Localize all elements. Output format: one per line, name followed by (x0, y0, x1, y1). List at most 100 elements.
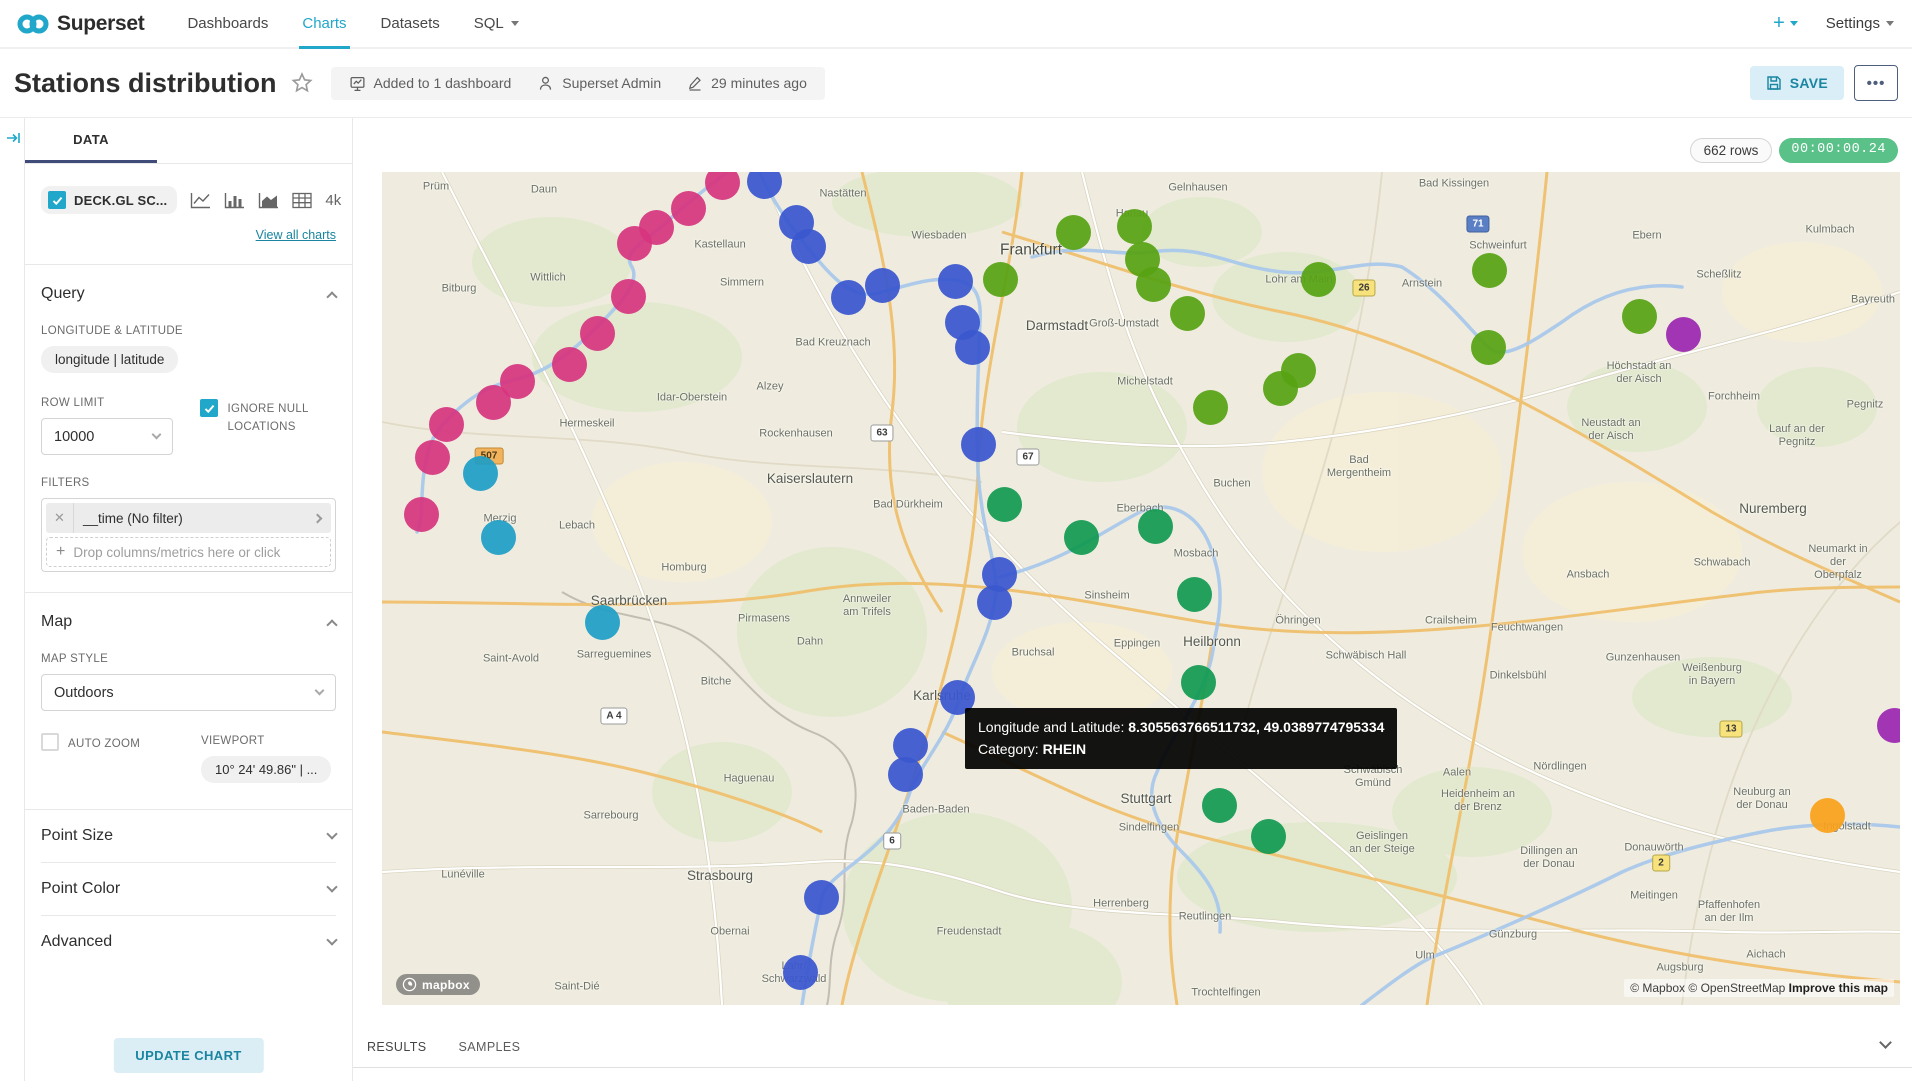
advanced-section[interactable]: Advanced (41, 916, 336, 968)
more-options-button[interactable]: ••• (1854, 65, 1898, 101)
map-point-blue[interactable] (865, 268, 900, 303)
update-chart-button[interactable]: UPDATE CHART (113, 1038, 263, 1073)
map-point-blue[interactable] (791, 229, 826, 264)
point-color-section[interactable]: Point Color (41, 863, 336, 916)
map-point-purple[interactable] (1666, 317, 1701, 352)
map-point-pink[interactable] (415, 440, 450, 475)
tab-results[interactable]: RESULTS (367, 1040, 427, 1054)
ignore-null-checkbox[interactable] (200, 399, 218, 417)
map-city-label: Donauwörth (1624, 841, 1683, 854)
map-style-select[interactable]: Outdoors (41, 674, 336, 711)
map-point-pink[interactable] (429, 407, 464, 442)
map-point-pink[interactable] (705, 172, 740, 200)
favorite-star-icon[interactable] (291, 72, 313, 94)
chart-meta-bar: Added to 1 dashboard Superset Admin 29 m… (331, 67, 825, 100)
nav-item-datasets[interactable]: Datasets (364, 0, 457, 47)
map-point-blue[interactable] (783, 955, 818, 990)
point-size-section[interactable]: Point Size (41, 810, 336, 863)
map-city-label: Simmern (720, 276, 764, 289)
map-point-green[interactable] (1472, 253, 1507, 288)
nav-item-sql[interactable]: SQL (457, 0, 536, 47)
tab-samples[interactable]: SAMPLES (459, 1040, 521, 1054)
table-icon[interactable] (292, 192, 312, 209)
map-point-green[interactable] (1471, 330, 1506, 365)
tab-data[interactable]: DATA (25, 118, 157, 163)
map-point-cyan[interactable] (463, 456, 498, 491)
big-number-viz-icon[interactable]: 4k (325, 192, 341, 209)
mapbox-logo[interactable]: mapbox (396, 974, 480, 995)
remove-filter-icon[interactable]: ✕ (46, 503, 74, 533)
map-point-blue[interactable] (831, 280, 866, 315)
map-point-green[interactable] (1193, 390, 1228, 425)
map-city-label: Neuburg an der Donau (1733, 786, 1791, 812)
map-point-blue[interactable] (804, 880, 839, 915)
bar-chart-icon[interactable] (224, 192, 245, 209)
map-city-label: Bad Dürkheim (873, 498, 943, 511)
map-point-green[interactable] (1301, 262, 1336, 297)
save-button[interactable]: SAVE (1750, 66, 1844, 100)
map-point-green[interactable] (1136, 267, 1171, 302)
map-point-emerald[interactable] (1202, 788, 1237, 823)
map-point-emerald[interactable] (1181, 665, 1216, 700)
map-point-pink[interactable] (671, 191, 706, 226)
auto-zoom-checkbox-row[interactable]: AUTO ZOOM (41, 733, 201, 783)
new-button[interactable]: + (1773, 12, 1798, 35)
nav-item-dashboards[interactable]: Dashboards (170, 0, 285, 47)
view-all-charts-link[interactable]: View all charts (256, 228, 336, 242)
owner-badge[interactable]: Superset Admin (537, 75, 661, 92)
data-panel-collapse-icon[interactable] (1881, 1038, 1890, 1056)
superset-logo[interactable]: Superset (0, 0, 170, 47)
map-city-label: Meitingen (1630, 889, 1678, 902)
map-point-pink[interactable] (617, 226, 652, 261)
edit-pencil-icon (687, 75, 703, 91)
map-point-green[interactable] (1170, 296, 1205, 331)
map-section-header[interactable]: Map (41, 593, 336, 631)
dashboard-count-badge[interactable]: Added to 1 dashboard (349, 75, 512, 92)
map-point-pink[interactable] (552, 347, 587, 382)
map-point-green[interactable] (1056, 215, 1091, 250)
map-city-label: Saint-Dié (554, 980, 599, 993)
row-limit-select[interactable]: 10000 (41, 418, 173, 455)
map-point-pink[interactable] (611, 279, 646, 314)
ignore-null-checkbox-row[interactable]: IGNORE NULL LOCATIONS (200, 399, 336, 455)
last-modified-badge[interactable]: 29 minutes ago (687, 75, 807, 91)
map-point-green[interactable] (1263, 371, 1298, 406)
map-point-blue[interactable] (955, 330, 990, 365)
map-city-label: Nastätten (819, 187, 866, 200)
map-point-emerald[interactable] (1177, 577, 1212, 612)
map-point-emerald[interactable] (1251, 819, 1286, 854)
map-point-cyan[interactable] (585, 605, 620, 640)
map-point-blue[interactable] (961, 427, 996, 462)
data-panel-tabs: RESULTS SAMPLES (353, 1026, 1912, 1068)
auto-zoom-checkbox[interactable] (41, 733, 59, 751)
map-point-blue[interactable] (977, 585, 1012, 620)
query-section-header[interactable]: Query (41, 265, 336, 303)
filter-drop-zone[interactable]: + Drop columns/metrics here or click (46, 537, 331, 567)
row-limit-label: ROW LIMIT (41, 397, 200, 409)
map-point-emerald[interactable] (1138, 509, 1173, 544)
filter-chip-time[interactable]: ✕ __time (No filter) (46, 503, 331, 533)
viz-type-selected[interactable]: DECK.GL SC... (41, 186, 177, 214)
map-point-emerald[interactable] (1064, 520, 1099, 555)
map-point-emerald[interactable] (987, 487, 1022, 522)
map-tooltip: Longitude and Latitude: 8.30556376651173… (965, 708, 1397, 769)
viewport-value-pill[interactable]: 10° 24' 49.86" | ... (201, 756, 331, 783)
map-point-orange[interactable] (1810, 798, 1845, 833)
map-point-pink[interactable] (404, 497, 439, 532)
expand-datasource-icon[interactable] (5, 130, 21, 151)
map-point-green[interactable] (983, 262, 1018, 297)
line-chart-icon[interactable] (190, 192, 211, 209)
map-point-blue[interactable] (888, 757, 923, 792)
nav-item-charts[interactable]: Charts (285, 0, 363, 47)
map-point-pink[interactable] (580, 316, 615, 351)
lonlat-value-pill[interactable]: longitude | latitude (41, 346, 178, 373)
map-point-pink[interactable] (476, 385, 511, 420)
settings-menu[interactable]: Settings (1826, 15, 1894, 32)
area-chart-icon[interactable] (258, 192, 279, 209)
map-point-green[interactable] (1622, 299, 1657, 334)
map-point-blue[interactable] (938, 264, 973, 299)
map-attribution[interactable]: © Mapbox © OpenStreetMap Improve this ma… (1624, 979, 1894, 997)
map-point-green[interactable] (1117, 209, 1152, 244)
deckgl-map[interactable]: PrümDaunNastättenGelnhausenBad Kissingen… (382, 172, 1900, 1005)
map-point-cyan[interactable] (481, 520, 516, 555)
